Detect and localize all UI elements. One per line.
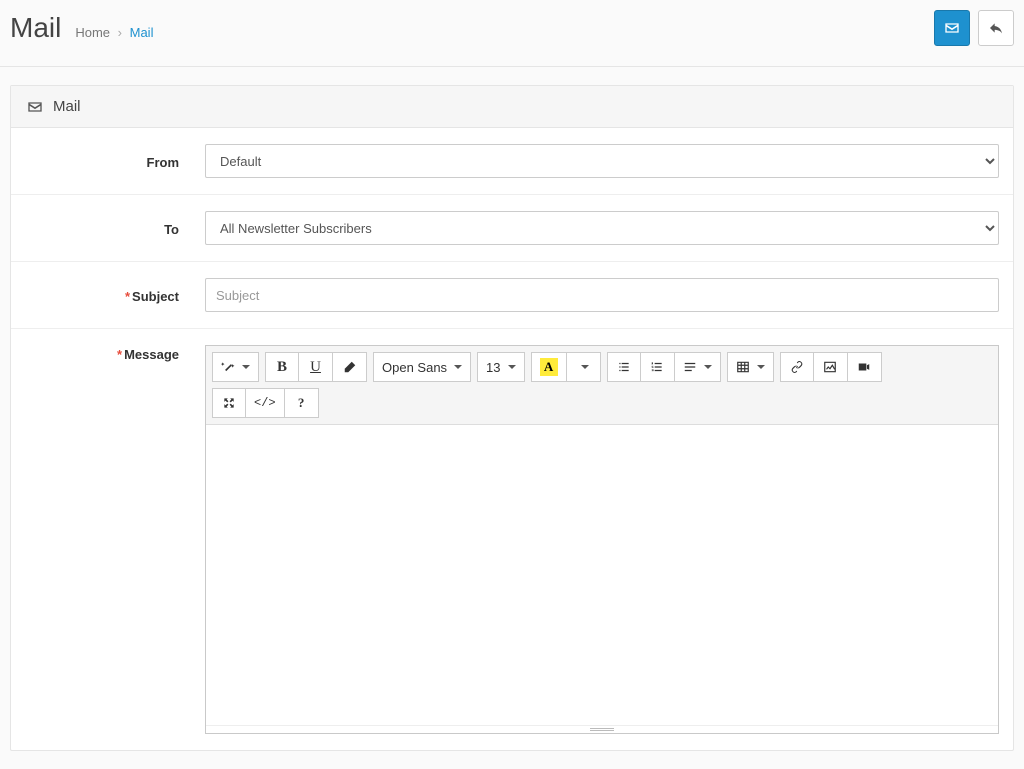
paragraph-button[interactable] (675, 352, 721, 382)
fullscreen-button[interactable] (212, 388, 246, 418)
message-label: *Message (25, 345, 185, 362)
wysiwyg-editor: B U Open Sans 13 (205, 345, 999, 734)
subject-label: *Subject (25, 287, 185, 304)
reply-icon (988, 20, 1004, 36)
ul-icon (617, 360, 631, 374)
table-icon (736, 360, 750, 374)
breadcrumb: Home › Mail (75, 25, 153, 40)
font-family-button[interactable]: Open Sans (373, 352, 471, 382)
send-mail-button[interactable] (934, 10, 970, 46)
page-header: Mail Home › Mail (0, 0, 1024, 67)
link-icon (790, 360, 804, 374)
bold-button[interactable]: B (265, 352, 299, 382)
header-actions (934, 10, 1014, 46)
underline-button[interactable]: U (299, 352, 333, 382)
cancel-button[interactable] (978, 10, 1014, 46)
from-select[interactable]: Default (205, 144, 999, 178)
to-select[interactable]: All Newsletter Subscribers (205, 211, 999, 245)
editor-resize-handle[interactable] (206, 725, 998, 733)
message-editor-area[interactable] (206, 425, 998, 725)
mail-panel: Mail From Default To All Newsletter Subs… (10, 85, 1014, 751)
message-row: *Message B U (11, 329, 1013, 750)
page-title: Mail (10, 12, 61, 44)
header-left: Mail Home › Mail (10, 12, 153, 44)
from-row: From Default (11, 128, 1013, 195)
ordered-list-button[interactable] (641, 352, 675, 382)
subject-row: *Subject (11, 262, 1013, 329)
to-label: To (25, 220, 185, 237)
align-icon (683, 360, 697, 374)
envelope-icon (944, 20, 960, 36)
help-button[interactable]: ? (285, 388, 319, 418)
link-button[interactable] (780, 352, 814, 382)
table-button[interactable] (727, 352, 774, 382)
style-button[interactable] (212, 352, 259, 382)
breadcrumb-current[interactable]: Mail (130, 25, 154, 40)
magic-icon (221, 360, 235, 374)
picture-button[interactable] (814, 352, 848, 382)
breadcrumb-home[interactable]: Home (75, 25, 110, 40)
to-row: To All Newsletter Subscribers (11, 195, 1013, 262)
unordered-list-button[interactable] (607, 352, 641, 382)
code-view-button[interactable]: </> (246, 388, 285, 418)
image-icon (823, 360, 837, 374)
from-label: From (25, 153, 185, 170)
fullscreen-icon (222, 396, 236, 410)
envelope-icon (27, 99, 43, 115)
video-button[interactable] (848, 352, 882, 382)
ol-icon (650, 360, 664, 374)
font-color-more-button[interactable] (567, 352, 601, 382)
subject-input[interactable] (205, 278, 999, 312)
panel-title: Mail (53, 98, 81, 115)
eraser-icon (343, 360, 357, 374)
font-size-button[interactable]: 13 (477, 352, 524, 382)
clear-format-button[interactable] (333, 352, 367, 382)
video-icon (857, 360, 871, 374)
panel-header: Mail (11, 86, 1013, 128)
breadcrumb-separator: › (118, 25, 122, 40)
font-color-button[interactable]: A (531, 352, 567, 382)
editor-toolbar: B U Open Sans 13 (206, 346, 998, 425)
